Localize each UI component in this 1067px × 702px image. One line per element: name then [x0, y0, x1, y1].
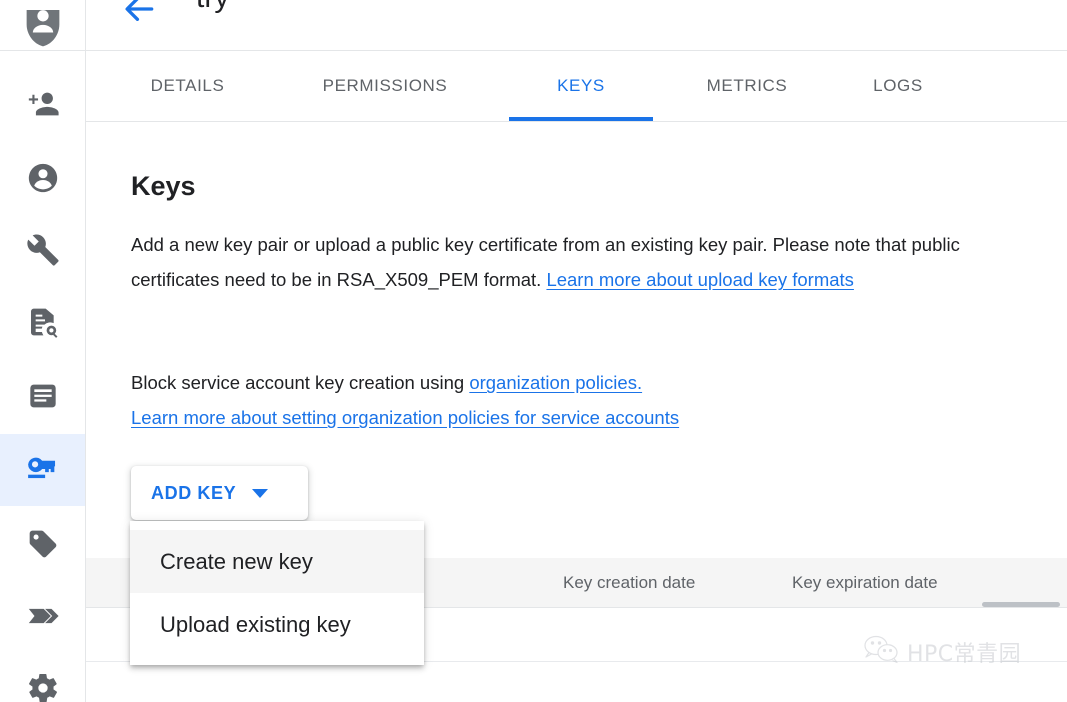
tab-label: KEYS [557, 76, 605, 95]
arrow-back-icon[interactable] [120, 0, 158, 28]
key-icon [26, 453, 60, 487]
service-account-keys-page: try DETAILS PERMISSIONS KEYS METRICS LOG… [0, 0, 1067, 702]
sidebar-item-logs[interactable] [0, 360, 85, 432]
tab-permissions[interactable]: PERMISSIONS [295, 51, 475, 121]
chevron-down-icon [252, 488, 269, 498]
tab-label: METRICS [706, 76, 788, 95]
organization-policies-link[interactable]: organization policies. [469, 372, 642, 393]
account-circle-icon [26, 161, 60, 195]
menu-item-label: Create new key [160, 548, 313, 574]
add-key-button-label: ADD KEY [151, 482, 237, 503]
document-search-icon [27, 306, 59, 338]
column-header-label: Key expiration date [792, 573, 938, 592]
tab-details[interactable]: DETAILS [130, 51, 245, 121]
sidebar-item-policy-analyzer[interactable] [0, 286, 85, 358]
tab-label: PERMISSIONS [322, 76, 448, 95]
tab-label: DETAILS [150, 76, 225, 95]
upload-key-formats-link[interactable]: Learn more about upload key formats [546, 269, 853, 290]
add-key-dropdown-menu: Create new key Upload existing key [130, 521, 424, 665]
column-header-label: Key creation date [563, 573, 696, 592]
menu-item-upload-existing-key[interactable]: Upload existing key [130, 593, 424, 656]
org-policies-learn-more-link[interactable]: Learn more about setting organization po… [131, 407, 679, 428]
sidebar-item-identity[interactable] [0, 142, 85, 214]
person-add-icon [26, 87, 60, 121]
label-icon [27, 528, 59, 560]
tab-bar: DETAILS PERMISSIONS KEYS METRICS LOGS [86, 51, 1067, 122]
sidebar-item-labels[interactable] [0, 508, 85, 580]
tab-label: LOGS [873, 76, 923, 95]
settings-gear-icon [26, 671, 60, 702]
add-key-button[interactable]: ADD KEY [131, 466, 308, 520]
tab-keys[interactable]: KEYS [509, 51, 653, 121]
article-icon [27, 380, 59, 412]
sidebar-item-tools[interactable] [0, 214, 85, 286]
nav-logo-container [0, 0, 85, 51]
left-nav-rail [0, 0, 86, 702]
sidebar-item-settings[interactable] [0, 652, 85, 702]
wrench-icon [26, 233, 60, 267]
shield-account-icon [21, 10, 65, 50]
org-policy-paragraph: Block service account key creation using… [131, 365, 1011, 435]
page-title: try [196, 0, 229, 18]
sidebar-item-add-member[interactable] [0, 68, 85, 140]
tab-logs[interactable]: LOGS [850, 51, 946, 121]
tab-metrics[interactable]: METRICS [687, 51, 807, 121]
column-header-key-creation-date[interactable]: Key creation date [563, 558, 695, 608]
menu-item-label: Upload existing key [160, 611, 351, 637]
paragraph-text: Block service account key creation using [131, 372, 470, 393]
page-header: try [86, 0, 1067, 51]
keys-section-heading: Keys [131, 171, 196, 201]
menu-item-create-new-key[interactable]: Create new key [130, 530, 424, 593]
tag-arrow-icon [26, 599, 60, 633]
sidebar-item-tags[interactable] [0, 580, 85, 652]
horizontal-scrollbar-thumb[interactable] [982, 602, 1060, 607]
keys-description-paragraph: Add a new key pair or upload a public ke… [131, 227, 1031, 297]
column-header-key-expiration-date[interactable]: Key expiration date [792, 558, 938, 608]
sidebar-item-service-accounts[interactable] [0, 434, 85, 506]
